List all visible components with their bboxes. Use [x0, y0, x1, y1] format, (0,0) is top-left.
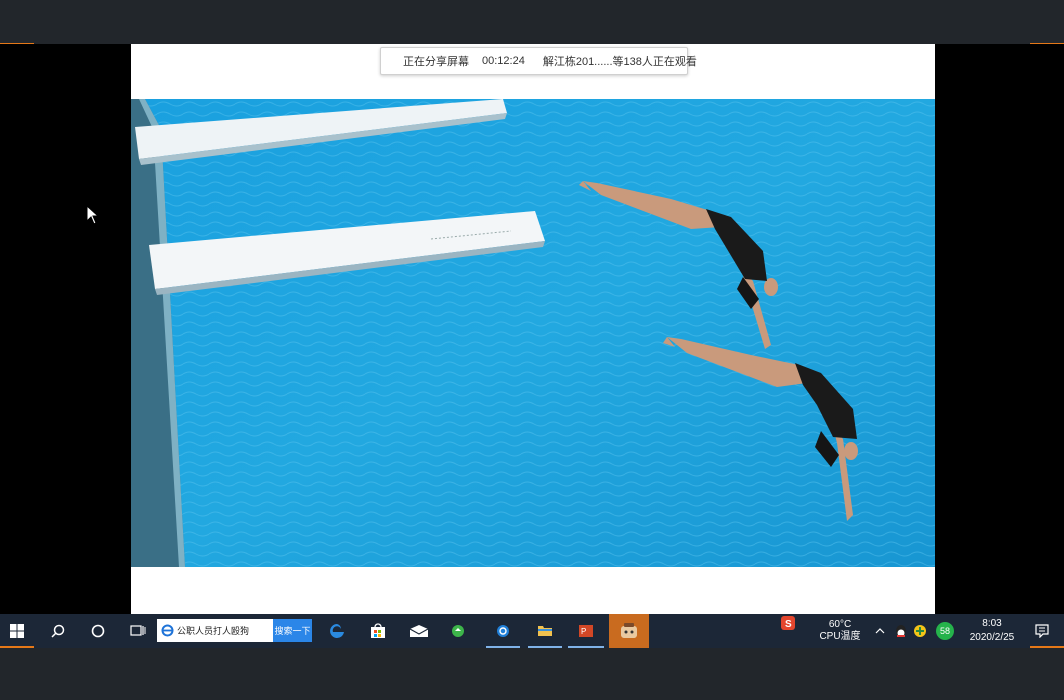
clock-time: 8:03 [982, 618, 1002, 629]
cpu-temperature-label: CPU温度 [819, 631, 861, 642]
clock-date: 2020/2/25 [969, 632, 1015, 643]
cpu-temperature-value: 60°C [828, 619, 852, 630]
taskbar-app-active-meeting[interactable] [609, 614, 649, 648]
window-top-bar [0, 0, 1064, 44]
screen-share-status-bar: 正在分享屏幕 00:12:24 解江栋201......等138人正在观看 [380, 47, 697, 75]
taskbar-app-powerpoint[interactable]: P [568, 614, 604, 648]
windows-taskbar: 公职人员打人殴狗 搜索一下 P S 60°C CPU温度 58 8:03 202… [0, 614, 1064, 648]
green-app-icon [452, 625, 464, 637]
taskbar-app-browser[interactable] [486, 614, 520, 648]
security-plus-icon [914, 625, 926, 637]
mail-envelope-icon [409, 625, 429, 637]
tray-qq[interactable] [892, 614, 910, 648]
taskbar-app-explorer[interactable] [528, 614, 562, 648]
windows-logo-icon [10, 624, 24, 638]
window-bottom-bar [0, 648, 1064, 700]
edge-browser-icon [330, 624, 344, 638]
taskbar-app-edge[interactable] [321, 614, 353, 648]
speed-badge-circle: 58 [936, 622, 954, 640]
taskbar-app-store[interactable] [362, 614, 394, 648]
ie-logo-icon [161, 624, 174, 637]
svg-text:P: P [581, 627, 586, 636]
share-elapsed-time: 00:12:24 [482, 55, 525, 67]
taskbar-search-button[interactable] [42, 614, 74, 648]
store-bag-icon [371, 623, 385, 638]
svg-text:S: S [785, 619, 792, 630]
share-status-text: 正在分享屏幕 [403, 56, 469, 68]
sogou-browser-icon [497, 625, 509, 637]
sogou-s-icon: S [781, 616, 795, 630]
viewer-count-text: 解江栋201......等138人正在观看 [542, 56, 697, 68]
clock[interactable]: 8:03 2020/2/25 [960, 618, 1024, 644]
task-view-icon [130, 625, 146, 636]
search-submit-button[interactable]: 搜索一下 [273, 619, 312, 642]
search-query-text: 公职人员打人殴狗 [177, 626, 250, 636]
taskbar-app-green[interactable] [444, 614, 472, 648]
powerpoint-icon: P [579, 625, 593, 637]
mouse-cursor-icon [86, 205, 100, 225]
search-icon [51, 624, 65, 638]
task-view-button[interactable] [122, 614, 154, 648]
taskbar-app-mail[interactable] [403, 614, 435, 648]
diving-photo [131, 99, 935, 567]
taskbar-search-input[interactable]: 公职人员打人殴狗 [157, 619, 273, 642]
cortana-circle-icon [91, 624, 105, 638]
tray-overflow-button[interactable] [872, 614, 888, 648]
tray-sogou-ime[interactable]: S [778, 614, 798, 632]
meeting-app-icon [621, 623, 637, 638]
action-center-button[interactable] [1030, 614, 1054, 648]
tray-360[interactable] [911, 614, 929, 648]
start-button[interactable] [0, 614, 34, 648]
chevron-up-icon [875, 628, 885, 634]
qq-penguin-icon [896, 625, 906, 637]
folder-icon [538, 626, 552, 636]
tray-speed-badge[interactable]: 58 [934, 614, 956, 648]
notification-icon [1035, 624, 1049, 638]
cpu-temperature-widget[interactable]: 60°C CPU温度 [812, 619, 868, 643]
cortana-button[interactable] [82, 614, 114, 648]
